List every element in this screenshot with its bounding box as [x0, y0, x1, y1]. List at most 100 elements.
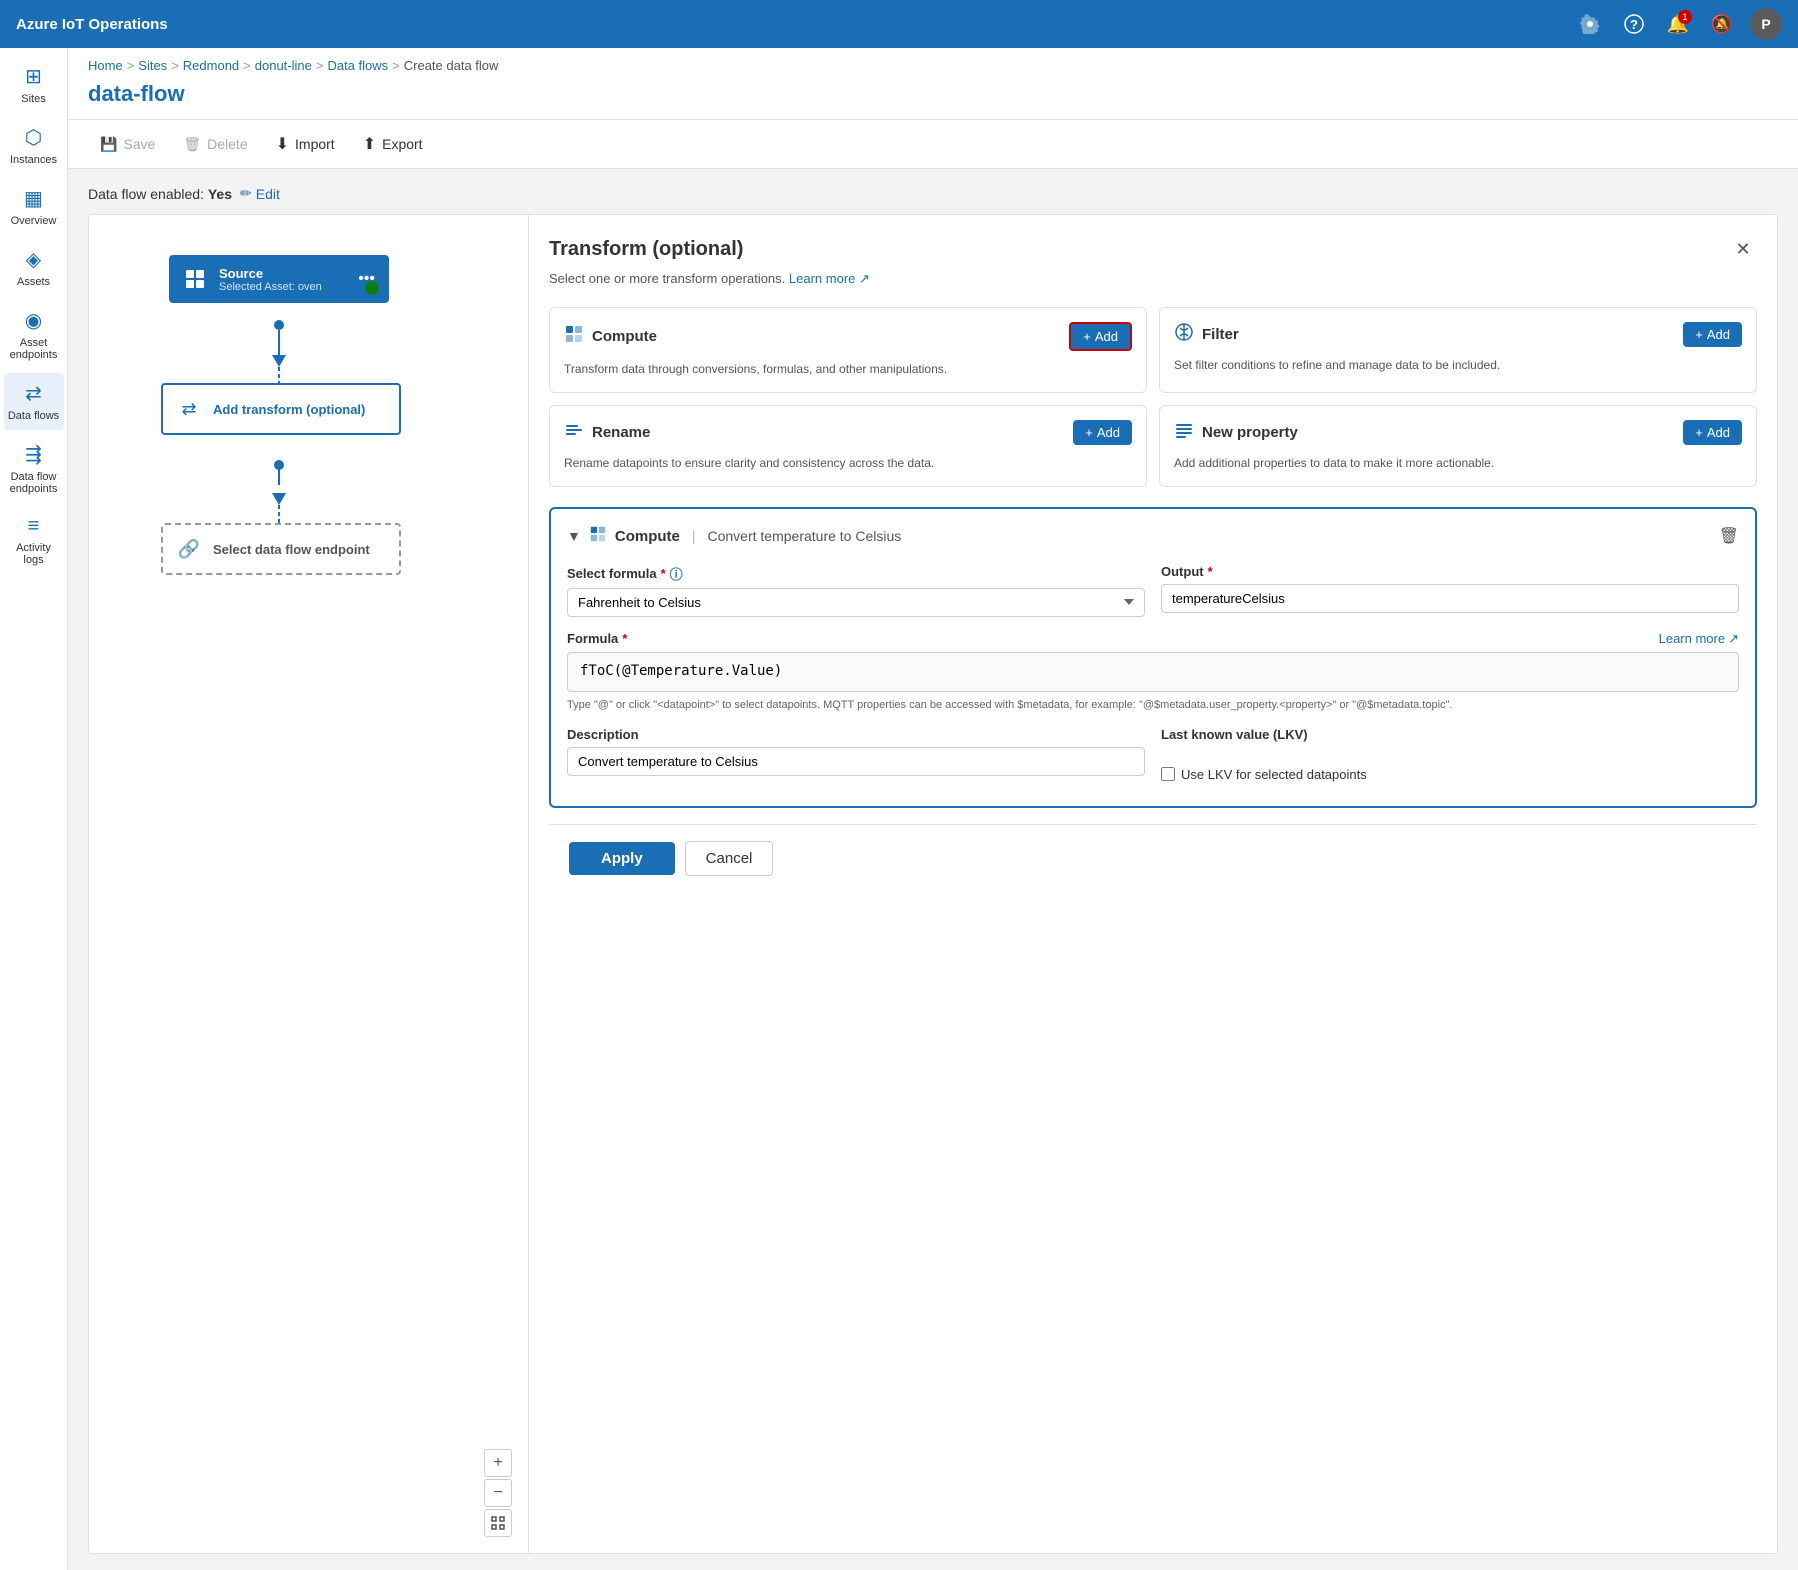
edit-button[interactable]: ✏ Edit	[240, 185, 280, 202]
transform-icon: ⇄	[175, 395, 203, 423]
lkv-checkbox[interactable]	[1161, 767, 1175, 781]
source-node[interactable]: Source Selected Asset: oven •••	[169, 255, 389, 303]
rename-card-desc: Rename datapoints to ensure clarity and …	[564, 455, 1132, 472]
sidebar-item-data-flow-endpoints[interactable]: ⇶ Data flow endpoints	[4, 434, 64, 503]
sidebar-label-data-flow-endpoints: Data flow endpoints	[8, 471, 60, 495]
notifications-button[interactable]: 🔔 1	[1662, 8, 1694, 40]
panel-close-button[interactable]: ✕	[1729, 235, 1757, 263]
compute-section: ▼ Compute | Conver	[549, 507, 1757, 808]
sidebar-item-asset-endpoints[interactable]: ◉ Asset endpoints	[4, 300, 64, 369]
top-navigation: Azure IoT Operations ? 🔔 1 🔕 P	[0, 0, 1798, 48]
lkv-group: Last known value (LKV) Use LKV for selec…	[1161, 727, 1739, 782]
fit-view-button[interactable]	[484, 1509, 512, 1537]
endpoint-node-text: Select data flow endpoint	[213, 542, 387, 557]
breadcrumb-current: Create data flow	[404, 58, 499, 73]
breadcrumb-redmond[interactable]: Redmond	[183, 58, 239, 73]
compute-card: Compute + Add Transform data through con…	[549, 307, 1147, 393]
data-flow-endpoints-icon: ⇶	[25, 442, 42, 467]
transform-node[interactable]: ⇄ Add transform (optional)	[161, 383, 401, 435]
data-flow-enabled-bar: Data flow enabled: Yes ✏ Edit	[88, 185, 1778, 202]
edit-icon: ✏	[240, 185, 252, 202]
sidebar-item-instances[interactable]: ⬡ Instances	[4, 117, 64, 174]
sidebar-item-activity-logs[interactable]: ≡ Activity logs	[4, 507, 64, 574]
description-input[interactable]	[567, 747, 1145, 776]
save-button[interactable]: 💾 Save	[88, 130, 167, 159]
sidebar-item-sites[interactable]: ⊞ Sites	[4, 56, 64, 113]
filter-card-icon	[1174, 322, 1194, 347]
compute-collapse-button[interactable]: ▼	[567, 528, 581, 544]
new-property-card-header: New property + Add	[1174, 420, 1742, 445]
main-layout: ⊞ Sites ⬡ Instances ▦ Overview ◈ Assets …	[0, 48, 1798, 1570]
filter-add-button[interactable]: + Add	[1683, 322, 1742, 347]
select-formula-label: Select formula * ⓘ	[567, 564, 1145, 583]
compute-add-label: Add	[1095, 329, 1118, 344]
app-title: Azure IoT Operations	[16, 16, 168, 33]
panel-learn-more-link[interactable]: Learn more ↗	[789, 271, 870, 286]
alerts-button[interactable]: 🔕	[1706, 8, 1738, 40]
sidebar-label-instances: Instances	[10, 154, 57, 166]
zoom-out-button[interactable]: −	[484, 1479, 512, 1507]
breadcrumb-data-flows[interactable]: Data flows	[327, 58, 388, 73]
lkv-label: Last known value (LKV)	[1161, 727, 1739, 742]
sidebar-item-assets[interactable]: ◈ Assets	[4, 239, 64, 296]
delete-button[interactable]: 🗑 Delete	[171, 130, 259, 159]
help-button[interactable]: ?	[1618, 8, 1650, 40]
sidebar-label-overview: Overview	[11, 215, 57, 227]
endpoint-node[interactable]: 🔗 Select data flow endpoint	[161, 523, 401, 575]
breadcrumb-sep-3: >	[243, 58, 251, 73]
description-group: Description	[567, 727, 1145, 782]
overview-icon: ▦	[24, 186, 43, 211]
canvas-and-panel: Source Selected Asset: oven ••• ⇄ Add tr…	[88, 214, 1778, 1554]
breadcrumb: Home > Sites > Redmond > donut-line > Da…	[88, 58, 1778, 73]
output-required: *	[1208, 564, 1213, 579]
apply-button[interactable]: Apply	[569, 842, 675, 875]
sidebar-label-data-flows: Data flows	[8, 410, 59, 422]
lkv-checkbox-label[interactable]: Use LKV for selected datapoints	[1181, 767, 1367, 782]
compute-section-header: ▼ Compute | Conver	[567, 525, 1739, 548]
instances-icon: ⬡	[25, 125, 42, 150]
cancel-button[interactable]: Cancel	[685, 841, 774, 876]
save-label: Save	[123, 136, 155, 152]
transform-node-text: Add transform (optional)	[213, 402, 387, 417]
rename-card-header: Rename + Add	[564, 420, 1132, 445]
sidebar-item-overview[interactable]: ▦ Overview	[4, 178, 64, 235]
output-input[interactable]	[1161, 584, 1739, 613]
formula-box[interactable]: fToC(@Temperature.Value)	[567, 652, 1739, 692]
export-button[interactable]: ⬆ Export	[351, 128, 435, 160]
description-label: Description	[567, 727, 1145, 742]
import-button[interactable]: ⬇ Import	[264, 128, 347, 160]
formula-learn-more-link[interactable]: Learn more ↗	[1659, 631, 1739, 647]
settings-button[interactable]	[1574, 8, 1606, 40]
formula-hint: Type "@" or click "<datapoint>" to selec…	[567, 698, 1739, 713]
user-avatar[interactable]: P	[1750, 8, 1782, 40]
sidebar-item-data-flows[interactable]: ⇄ Data flows	[4, 373, 64, 430]
new-property-add-button[interactable]: + Add	[1683, 420, 1742, 445]
select-formula-dropdown[interactable]: Fahrenheit to Celsius	[567, 588, 1145, 617]
sidebar-label-sites: Sites	[21, 93, 45, 105]
toolbar: 💾 Save 🗑 Delete ⬇ Import ⬆ Export	[68, 120, 1798, 169]
import-label: Import	[295, 136, 335, 152]
new-property-title-row: New property	[1174, 420, 1298, 445]
zoom-in-button[interactable]: +	[484, 1449, 512, 1477]
panel-subtitle: Select one or more transform operations.…	[549, 271, 1757, 287]
compute-delete-button[interactable]: 🗑	[1719, 526, 1739, 546]
assets-icon: ◈	[26, 247, 41, 272]
compute-add-button[interactable]: + Add	[1069, 322, 1132, 351]
new-property-add-plus-icon: +	[1695, 425, 1703, 440]
output-group: Output *	[1161, 564, 1739, 617]
transform-cards-grid: Compute + Add Transform data through con…	[549, 307, 1757, 487]
select-formula-info-icon[interactable]: ⓘ	[670, 564, 683, 583]
alert-icon: 🔕	[1711, 14, 1733, 35]
rename-add-button[interactable]: + Add	[1073, 420, 1132, 445]
breadcrumb-donut-line[interactable]: donut-line	[255, 58, 312, 73]
endpoint-title: Select data flow endpoint	[213, 542, 387, 557]
filter-add-plus-icon: +	[1695, 327, 1703, 342]
compute-section-separator: |	[692, 528, 696, 544]
page-title: data-flow	[88, 73, 1778, 119]
breadcrumb-home[interactable]: Home	[88, 58, 123, 73]
breadcrumb-sites[interactable]: Sites	[138, 58, 167, 73]
formula-external-icon: ↗	[1728, 631, 1739, 647]
rename-title-row: Rename	[564, 420, 650, 445]
rename-add-label: Add	[1097, 425, 1120, 440]
external-link-icon: ↗	[859, 271, 870, 286]
